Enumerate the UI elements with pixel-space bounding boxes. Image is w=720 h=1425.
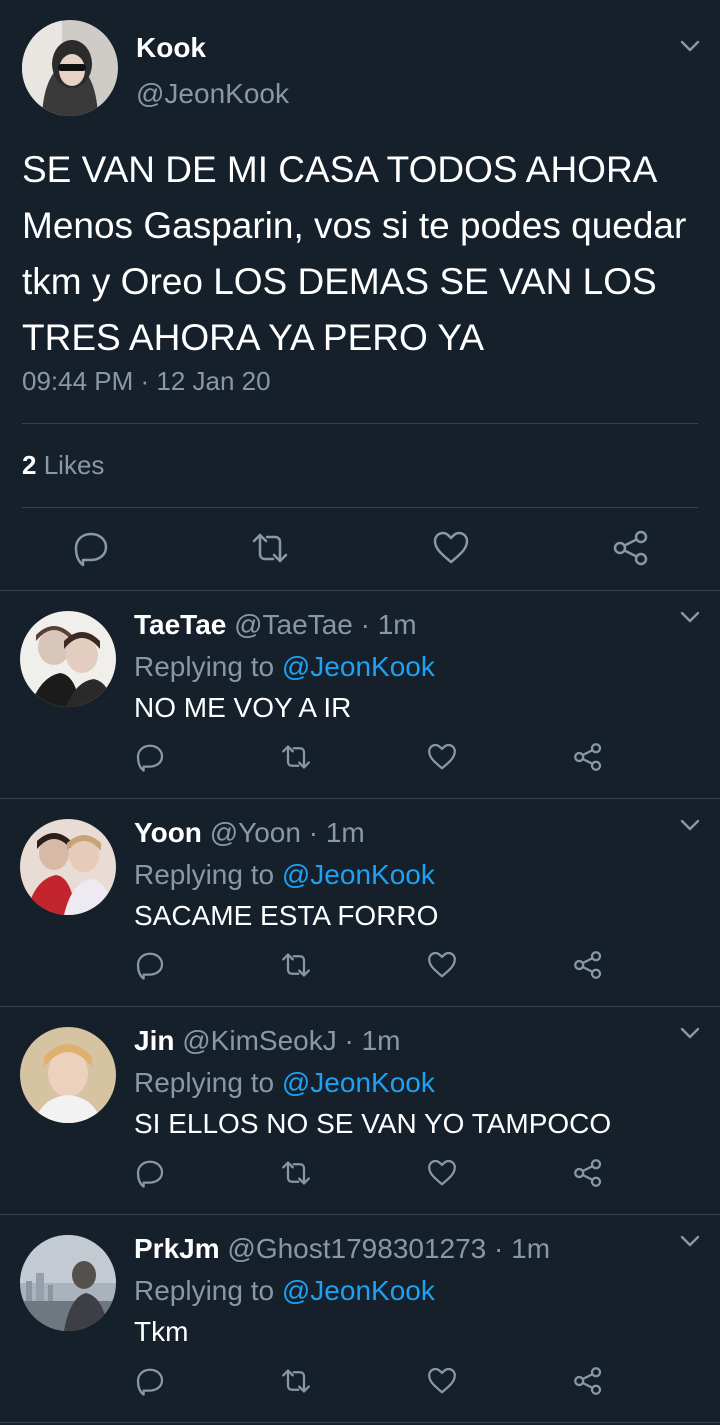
reply-time: · 1m [336,1025,401,1056]
reply-icon[interactable] [134,741,166,773]
share-icon[interactable] [572,949,604,981]
reply-text: NO ME VOY A IR [134,692,352,723]
author-handle[interactable]: @JeonKook [136,78,289,110]
heart-icon[interactable] [426,741,458,773]
author-name[interactable]: Yoon [134,817,202,848]
reply-icon[interactable] [134,1157,166,1189]
likes-label: Likes [43,450,105,480]
author-name[interactable]: TaeTae [134,609,226,640]
divider [0,1422,720,1423]
author-handle[interactable]: @Yoon [210,817,301,848]
share-icon[interactable] [572,741,604,773]
retweet-icon[interactable] [280,1157,312,1189]
share-icon[interactable] [611,528,651,568]
avatar-taetae[interactable] [20,611,116,707]
reply-tweet[interactable]: PrkJm @Ghost1798301273 · 1m Replying to … [0,1215,720,1423]
avatar-prkjm[interactable] [20,1235,116,1331]
retweet-icon[interactable] [280,949,312,981]
replying-to: Replying to @JeonKook [134,1275,435,1307]
reply-tweet[interactable]: Yoon @Yoon · 1m Replying to @JeonKook SA… [0,799,720,1007]
replying-label: Replying to [134,1067,275,1098]
heart-icon[interactable] [426,1365,458,1397]
avatar-yoon[interactable] [20,819,116,915]
reply-time: · 1m [300,817,365,848]
likes-count[interactable]: 2 Likes [22,450,104,481]
reply-icon[interactable] [134,1365,166,1397]
retweet-icon[interactable] [250,528,290,568]
reply-time: · 1m [352,609,417,640]
avatar-jin[interactable] [20,1027,116,1123]
author-handle[interactable]: @Ghost1798301273 [227,1233,486,1264]
chevron-down-icon[interactable] [678,34,702,58]
reply-tweet[interactable]: TaeTae @TaeTae · 1m Replying to @JeonKoo… [0,591,720,799]
replying-to-handle[interactable]: @JeonKook [282,1275,435,1306]
author-handle[interactable]: @KimSeokJ [182,1025,336,1056]
author-handle[interactable]: @TaeTae [234,609,353,640]
reply-header: PrkJm @Ghost1798301273 · 1m [134,1233,550,1265]
chevron-down-icon[interactable] [678,1229,702,1253]
reply-tweet[interactable]: Jin @KimSeokJ · 1m Replying to @JeonKook… [0,1007,720,1215]
reply-text: SACAME ESTA FORRO [134,900,439,931]
replying-to: Replying to @JeonKook [134,651,435,683]
reply-time: · 1m [486,1233,551,1264]
divider [22,507,698,508]
tweet-timestamp[interactable]: 09:44 PM · 12 Jan 20 [22,366,271,397]
share-icon[interactable] [572,1365,604,1397]
replying-to-handle[interactable]: @JeonKook [282,1067,435,1098]
heart-icon[interactable] [426,949,458,981]
chevron-down-icon[interactable] [678,605,702,629]
replying-label: Replying to [134,1275,275,1306]
heart-icon[interactable] [426,1157,458,1189]
share-icon[interactable] [572,1157,604,1189]
likes-number: 2 [22,450,37,480]
reply-text: SI ELLOS NO SE VAN YO TAMPOCO [134,1108,612,1139]
reply-header: Jin @KimSeokJ · 1m [134,1025,401,1057]
replying-label: Replying to [134,859,275,890]
retweet-icon[interactable] [280,741,312,773]
chevron-down-icon[interactable] [678,1021,702,1045]
retweet-icon[interactable] [280,1365,312,1397]
chevron-down-icon[interactable] [678,813,702,837]
replying-to-handle[interactable]: @JeonKook [282,859,435,890]
replying-to: Replying to @JeonKook [134,1067,435,1099]
author-name[interactable]: PrkJm [134,1233,220,1264]
author-name[interactable]: Kook [136,32,206,64]
tweet-text: SE VAN DE MI CASA TODOS AHORA Menos Gasp… [22,149,687,358]
author-name[interactable]: Jin [134,1025,174,1056]
replying-to: Replying to @JeonKook [134,859,435,891]
heart-icon[interactable] [431,528,471,568]
replying-label: Replying to [134,651,275,682]
reply-icon[interactable] [71,528,111,568]
reply-icon[interactable] [134,949,166,981]
avatar-kook[interactable] [22,20,118,116]
reply-header: TaeTae @TaeTae · 1m [134,609,417,641]
replying-to-handle[interactable]: @JeonKook [282,651,435,682]
reply-header: Yoon @Yoon · 1m [134,817,365,849]
divider [22,423,698,424]
reply-text: Tkm [134,1316,189,1347]
